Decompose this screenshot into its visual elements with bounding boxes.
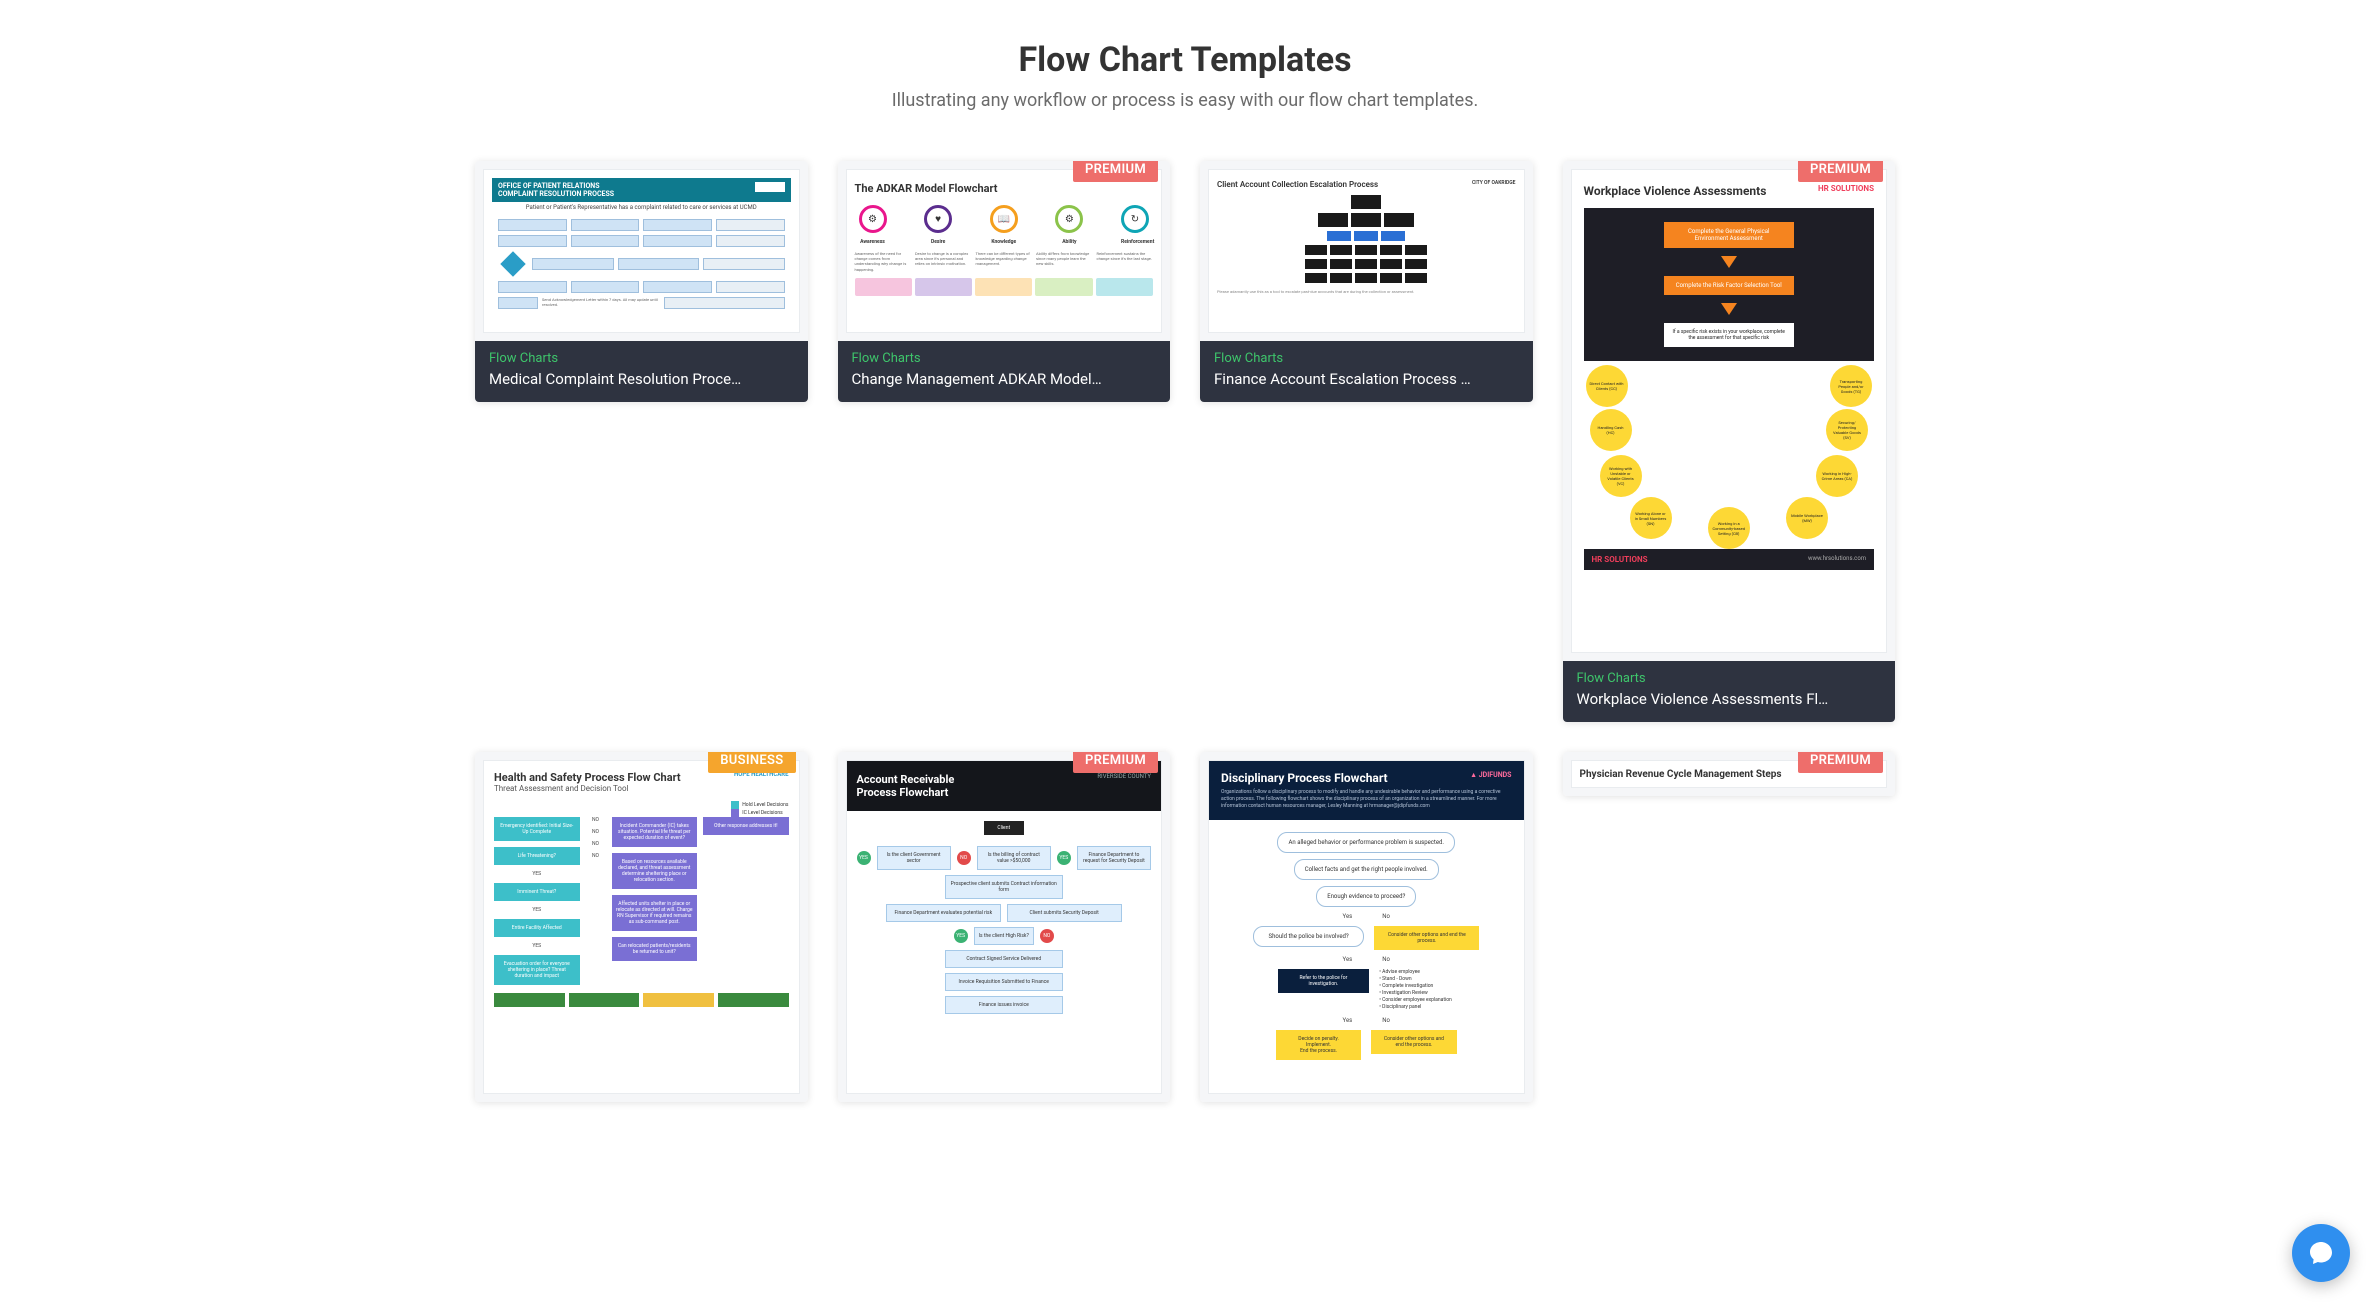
template-title: Workplace Violence Assessments Fl… [1577,690,1882,708]
page-container: Flow Chart Templates Illustrating any wo… [445,0,1925,1102]
template-card-medical-complaint[interactable]: OFFICE OF PATIENT RELATIONS COMPLAINT RE… [475,161,808,402]
template-thumbnail: Client Account Collection Escalation Pro… [1200,161,1533,341]
thumb-subtitle: Threat Assessment and Decision Tool [494,784,789,793]
thumb-caption: Patient or Patient's Representative has … [492,202,791,213]
template-category: Flow Charts [1577,671,1882,686]
template-thumbnail: Disciplinary Process Flowchart ▲ JDIFUND… [1200,752,1533,1102]
page-subtitle: Illustrating any workflow or process is … [475,90,1895,111]
thumb-header-line1: OFFICE OF PATIENT RELATIONS [498,182,614,190]
template-card-physician-revenue[interactable]: PREMIUM Physician Revenue Cycle Manageme… [1563,752,1896,796]
thumb-title: Disciplinary Process Flowchart [1221,771,1388,785]
template-category: Flow Charts [1214,351,1519,366]
template-title: Change Management ADKAR Model… [852,370,1157,388]
premium-badge: PREMIUM [1798,161,1883,182]
template-thumbnail: OFFICE OF PATIENT RELATIONS COMPLAINT RE… [475,161,808,341]
page-title: Flow Chart Templates [475,40,1895,80]
thumb-logo [755,182,785,192]
chat-launcher-button[interactable] [2292,1224,2350,1282]
template-card-account-receivable[interactable]: PREMIUM Account ReceivableProcess Flowch… [838,752,1171,1102]
thumb-brand: HR SOLUTIONS [1818,184,1874,198]
template-card-disciplinary[interactable]: Disciplinary Process Flowchart ▲ JDIFUND… [1200,752,1533,1102]
thumb-header-line2: COMPLAINT RESOLUTION PROCESS [498,190,614,198]
template-thumbnail: Account ReceivableProcess Flowchart RIVE… [838,752,1171,1102]
business-badge: BUSINESS [708,752,795,773]
template-card-adkar[interactable]: PREMIUM The ADKAR Model Flowchart ⚙ ♥ 📖 … [838,161,1171,402]
thumb-title: Client Account Collection Escalation Pro… [1217,180,1378,189]
thumb-brand: CITY OF OAKRIDGE [1472,180,1516,189]
template-card-workplace-violence[interactable]: PREMIUM Workplace Violence Assessments H… [1563,161,1896,722]
template-title: Medical Complaint Resolution Proce… [489,370,794,388]
thumb-title: Workplace Violence Assessments [1584,184,1767,198]
template-category: Flow Charts [852,351,1157,366]
template-grid: OFFICE OF PATIENT RELATIONS COMPLAINT RE… [475,161,1895,1102]
page-header: Flow Chart Templates Illustrating any wo… [475,40,1895,111]
thumb-brand: RIVERSIDE COUNTY [1097,773,1151,799]
template-thumbnail: The ADKAR Model Flowchart ⚙ ♥ 📖 ⚙ ↻ Awar… [838,161,1171,341]
template-card-footer: Flow Charts Workplace Violence Assessmen… [1563,661,1896,722]
chat-icon [2307,1239,2335,1267]
template-category: Flow Charts [489,351,794,366]
template-card-finance-escalation[interactable]: Client Account Collection Escalation Pro… [1200,161,1533,402]
premium-badge: PREMIUM [1073,752,1158,773]
template-title: Finance Account Escalation Process … [1214,370,1519,388]
template-card-footer: Flow Charts Change Management ADKAR Mode… [838,341,1171,402]
premium-badge: PREMIUM [1798,752,1883,773]
template-card-health-safety[interactable]: BUSINESS Health and Safety Process Flow … [475,752,808,1102]
template-thumbnail: Health and Safety Process Flow Chart HOP… [475,752,808,1102]
thumb-title: Health and Safety Process Flow Chart [494,771,681,784]
template-card-footer: Flow Charts Medical Complaint Resolution… [475,341,808,402]
template-thumbnail: Workplace Violence Assessments HR SOLUTI… [1563,161,1896,661]
template-card-footer: Flow Charts Finance Account Escalation P… [1200,341,1533,402]
premium-badge: PREMIUM [1073,161,1158,182]
